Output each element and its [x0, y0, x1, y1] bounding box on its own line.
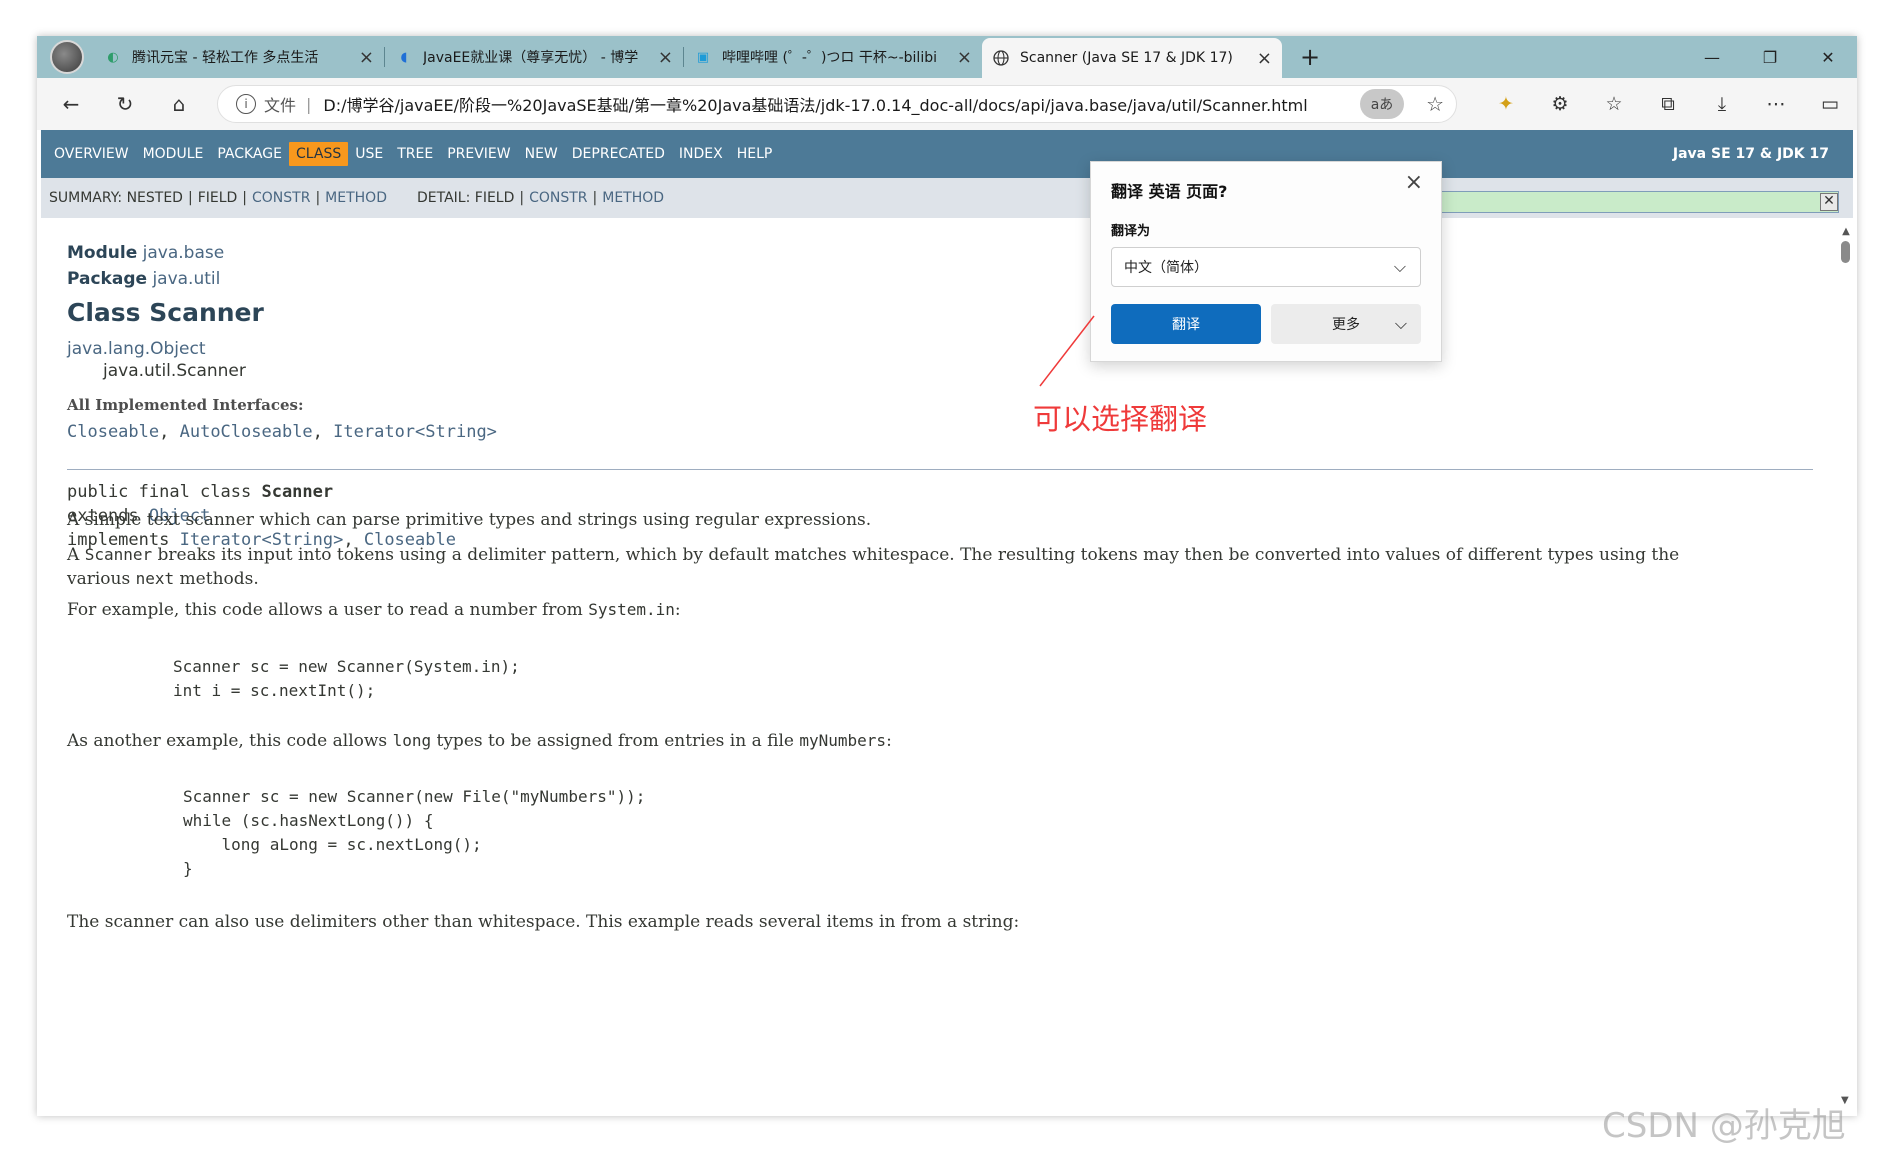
watermark: CSDN @孙克旭: [1602, 1106, 1846, 1146]
annotation-text: 可以选择翻译: [1033, 402, 1208, 436]
annotation-arrow: [1039, 315, 1095, 387]
